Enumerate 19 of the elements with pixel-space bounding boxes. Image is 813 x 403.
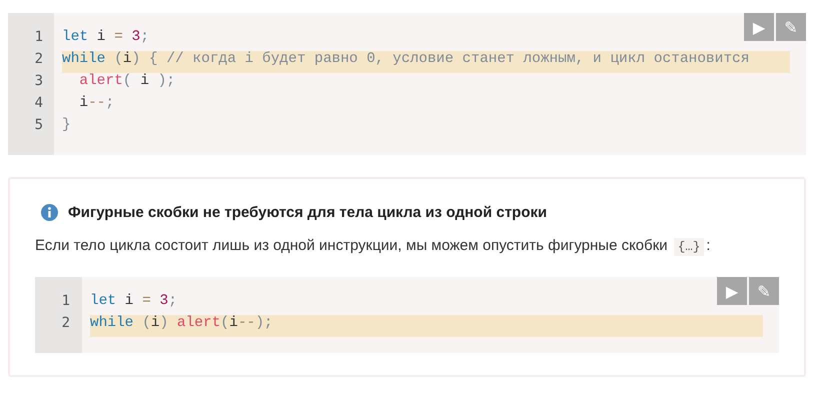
- code-line: }: [62, 117, 72, 135]
- line-number: 5: [34, 117, 44, 135]
- code-line: let i = 3;: [62, 29, 150, 47]
- code-line: alert( i );: [78, 73, 176, 91]
- line-number: 3: [34, 73, 44, 91]
- edit-button[interactable]: ✎: [749, 277, 779, 305]
- info-title: Фигурные скобки не требуются для тела цикла из одной строки: [68, 204, 547, 221]
- line-number: 4: [34, 95, 44, 113]
- info-text: Если тело цикла состоит лишь из одной инструкции, мы можем опустить фигурные скобки {…} :: [35, 236, 712, 257]
- line-number: 1: [60, 293, 71, 311]
- code-line: let i = 3;: [90, 293, 178, 311]
- line-number: 2: [60, 315, 71, 333]
- info-icon: [41, 204, 58, 221]
- line-number: 1: [34, 29, 44, 47]
- run-button[interactable]: ▶: [744, 13, 774, 41]
- edit-button[interactable]: ✎: [776, 13, 806, 41]
- run-button[interactable]: ▶: [717, 277, 747, 305]
- code-line: i--;: [78, 95, 116, 113]
- line-number: 2: [34, 51, 44, 69]
